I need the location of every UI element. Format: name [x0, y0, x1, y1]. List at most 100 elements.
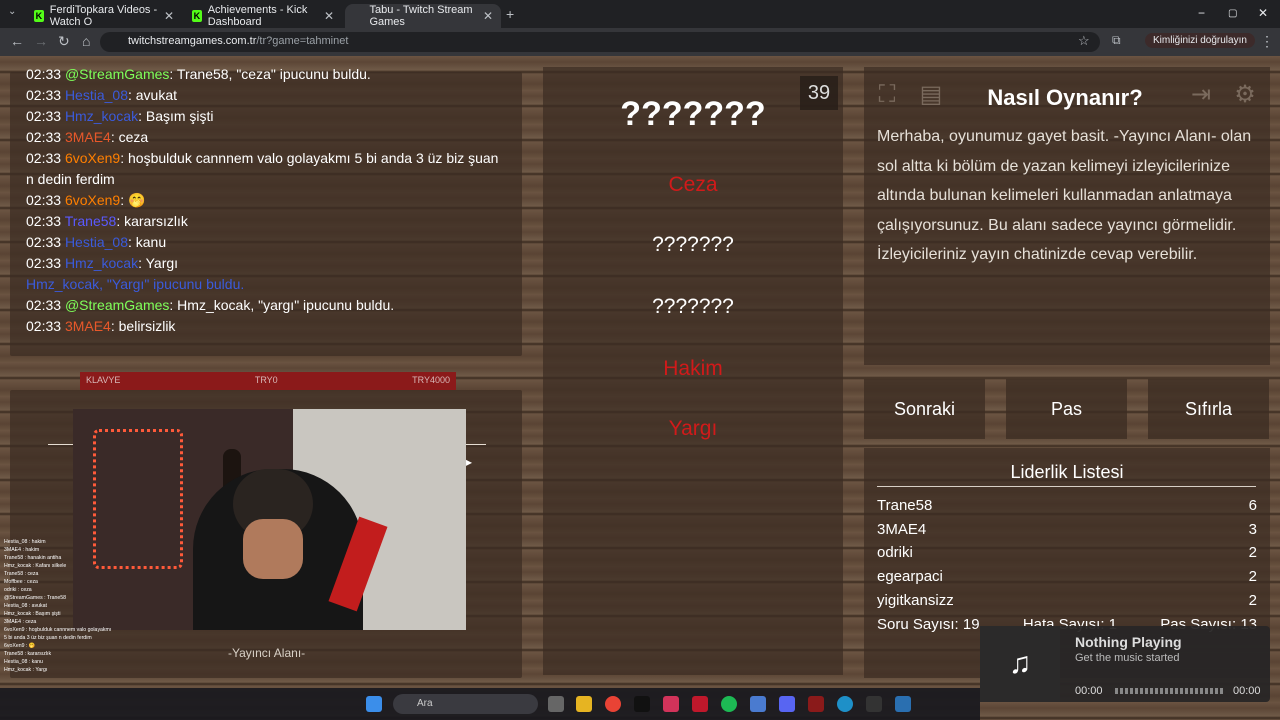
address-bar-row: ← → ↻ ⌂ twitchstreamgames.com.tr/tr?game… [0, 28, 1280, 56]
taboo-word: ??????? [652, 295, 734, 318]
music-title: Nothing Playing [1075, 634, 1182, 650]
keyboard-mid-label: TRY0 [254, 375, 278, 385]
close-tab-icon[interactable]: ✕ [324, 9, 334, 23]
taskbar-search[interactable]: Ara [393, 694, 538, 714]
music-time-start: 00:00 [1075, 685, 1103, 697]
leaderboard-divider [877, 486, 1256, 487]
question-count: Soru Sayısı: 19 [877, 616, 980, 633]
chat-message: 02:33 Hmz_kocak: Yargı [26, 255, 179, 271]
player-score: 2 [1248, 544, 1257, 561]
pass-button[interactable]: Pas [1006, 379, 1127, 439]
player-name: 3MAE4 [877, 521, 927, 538]
hidden-word: ??????? [620, 95, 766, 133]
spotify-icon[interactable] [721, 696, 737, 712]
taboo-word: Yargı [668, 417, 718, 440]
task-view-icon[interactable] [548, 696, 564, 712]
chat-message: 02:33 Hestia_08: kanu [26, 234, 167, 250]
music-time-end: 00:00 [1233, 685, 1261, 697]
kick-icon: K [34, 10, 44, 22]
minimize-button[interactable]: − [1198, 6, 1205, 20]
app-icon[interactable] [692, 696, 708, 712]
pocket-icon[interactable] [663, 696, 679, 712]
leaderboard-row: 3MAE4 3 [877, 521, 1257, 538]
url-field[interactable]: twitchstreamgames.com.tr/tr?game=tahmine… [100, 32, 1100, 52]
leaderboard-row: yigitkansizz 2 [877, 592, 1257, 609]
mini-chat-line: Hmz_kocak : Başım şişti [4, 611, 61, 617]
mini-chat-line: Hestia_08 : avukat [4, 603, 47, 609]
profile-button[interactable]: Kimliğinizi doğrulayın [1145, 33, 1255, 48]
kick-icon: K [192, 10, 202, 22]
chat-notice: Hmz_kocak, "Yargı" ipucunu buldu. [26, 276, 245, 292]
tab-title: Tabu - Twitch Stream Games [369, 4, 473, 28]
mouse-cursor-icon: ▸ [466, 455, 473, 469]
mini-chat-line: Trane58 : hanakin antiha [4, 555, 62, 561]
player-name: yigitkansizz [877, 592, 954, 609]
player-name: odriki [877, 544, 913, 561]
keyboard-label: KLAVYE [86, 375, 121, 385]
tab-ferditopkara[interactable]: K FerdiTopkara Videos - Watch O ✕ [26, 4, 182, 28]
mini-chat-line: @StreamGames : Trane58 [4, 595, 67, 601]
app-icon[interactable] [866, 696, 882, 712]
forward-icon[interactable]: → [34, 33, 48, 49]
tiktok-icon[interactable] [634, 696, 650, 712]
mini-chat-line: 6voXen9 : 🤭 [4, 643, 36, 649]
taboo-word: Hakim [663, 357, 723, 380]
tab-title: Achievements - Kick Dashboard [207, 4, 308, 28]
player-score: 6 [1248, 497, 1257, 514]
restore-button[interactable]: ▢ [1228, 8, 1237, 19]
player-score: 2 [1248, 592, 1257, 609]
mini-chat-line: 3MAE4 : hakim [4, 547, 40, 553]
home-icon[interactable]: ⌂ [82, 33, 90, 49]
mini-chat-line: Trane58 : kararsızlık [4, 651, 52, 657]
reset-button[interactable]: Sıfırla [1148, 379, 1269, 439]
leaderboard-title: Liderlik Listesi [1010, 462, 1124, 482]
next-button[interactable]: Sonraki [864, 379, 985, 439]
new-tab-button[interactable]: + [506, 6, 514, 22]
mini-chat-line: 6voXen9 : hoşbulduk cannnem valo golayak… [4, 627, 112, 641]
tab-search-icon[interactable]: ⌄ [8, 6, 16, 17]
start-icon[interactable] [366, 696, 382, 712]
mini-chat-line: 3MAE4 : ceza [4, 619, 37, 625]
bookmark-star-icon[interactable]: ☆ [1078, 33, 1090, 49]
reload-icon[interactable]: ↻ [58, 33, 70, 50]
app-icon[interactable] [895, 696, 911, 712]
edge-icon[interactable] [837, 696, 853, 712]
chrome-icon[interactable] [605, 696, 621, 712]
extensions-icon[interactable]: ⧉ [1112, 33, 1121, 48]
music-note-icon: ♫ [980, 626, 1060, 702]
menu-icon[interactable]: ⋮ [1260, 33, 1274, 50]
chat-message: 02:33 @StreamGames: Hmz_kocak, "yargı" i… [26, 297, 395, 313]
music-subtitle[interactable]: Get the music started [1075, 652, 1180, 664]
app-icon[interactable] [750, 696, 766, 712]
mini-chat-line: odriki : ceza [4, 587, 32, 593]
tab-achievements[interactable]: K Achievements - Kick Dashboard ✕ [184, 4, 342, 28]
chat-message: 02:33 Hestia_08: avukat [26, 87, 178, 103]
app-icon[interactable] [808, 696, 824, 712]
keyboard-bar: KLAVYE TRY0 TRY4000 [80, 372, 456, 390]
player-score: 2 [1248, 568, 1257, 585]
notes-icon[interactable]: ▤ [916, 80, 946, 110]
discord-icon[interactable] [779, 696, 795, 712]
keyboard-right-label: TRY4000 [412, 375, 450, 385]
back-icon[interactable]: ← [10, 33, 24, 49]
gear-icon[interactable]: ⚙ [1230, 80, 1260, 110]
close-tab-icon[interactable]: ✕ [483, 9, 493, 23]
streamer-area-caption: -Yayıncı Alanı- [228, 646, 306, 660]
fullscreen-icon[interactable]: ⛶ [872, 80, 902, 110]
player-name: egearpaci [877, 568, 943, 585]
logout-icon[interactable]: ⇥ [1186, 80, 1216, 110]
url-domain: twitchstreamgames.com.tr [128, 35, 257, 47]
close-window-button[interactable]: ✕ [1258, 6, 1268, 20]
tab-tabu[interactable]: Tabu - Twitch Stream Games ✕ [345, 4, 501, 28]
mini-chat-overlay: Hestia_08 : hakim 3MAE4 : hakim Trane58 … [4, 538, 114, 674]
mini-chat-line: Trane58 : ceza [4, 571, 39, 577]
file-explorer-icon[interactable] [576, 696, 592, 712]
close-tab-icon[interactable]: ✕ [164, 9, 174, 23]
chat-message: 02:33 3MAE4: belirsizlik [26, 318, 176, 334]
taboo-card: ??????? Ceza ??????? ??????? Hakim Yargı [543, 67, 843, 675]
mini-chat-line: Hestia_08 : hakim [4, 539, 46, 545]
url-path: /tr?game=tahminet [256, 35, 349, 47]
mini-chat-line: Moffbee : ceza [4, 579, 38, 585]
search-placeholder: Ara [417, 698, 433, 709]
music-progress[interactable] [1115, 688, 1223, 694]
